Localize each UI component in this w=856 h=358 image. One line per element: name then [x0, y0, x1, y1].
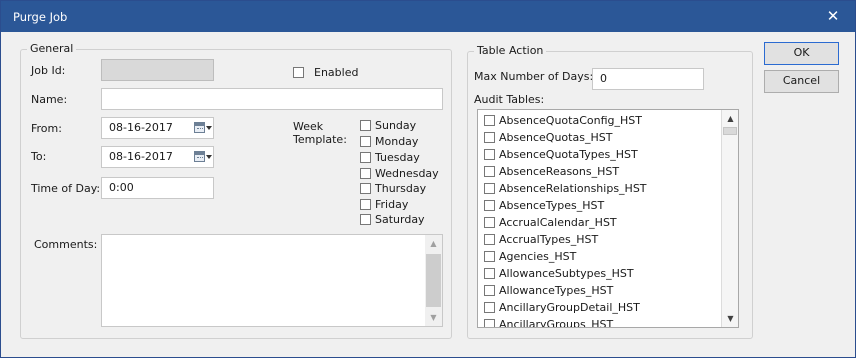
from-calendar-button[interactable] — [191, 118, 213, 138]
checkbox[interactable] — [360, 152, 371, 163]
checkbox[interactable] — [484, 183, 495, 194]
chevron-down-icon — [206, 126, 212, 130]
weekday-label: Sunday — [375, 119, 417, 132]
job-id-label: Job Id: — [31, 64, 66, 77]
comments-textarea[interactable]: ▲ ▼ — [101, 234, 443, 327]
checkbox[interactable] — [360, 120, 371, 131]
audit-table-name: Agencies_HST — [499, 250, 577, 263]
scroll-thumb[interactable] — [426, 254, 441, 307]
window-title: Purge Job — [13, 10, 68, 24]
checkbox[interactable] — [484, 302, 495, 313]
weekday-label: Monday — [375, 135, 419, 148]
checkbox[interactable] — [484, 115, 495, 126]
purge-job-dialog: Purge Job ✕ General Job Id: Enabled Name… — [0, 0, 856, 358]
audit-table-name: AbsenceRelationships_HST — [499, 182, 647, 195]
table-action-legend: Table Action — [474, 44, 547, 57]
audit-table-name: AncillaryGroups_HST — [499, 318, 614, 328]
checkbox[interactable] — [484, 268, 495, 279]
time-of-day-field[interactable]: 0:00 — [101, 177, 214, 199]
title-bar[interactable]: Purge Job ✕ — [1, 1, 855, 32]
checkbox[interactable] — [484, 132, 495, 143]
max-days-field[interactable]: 0 — [592, 68, 704, 90]
checkbox[interactable] — [484, 319, 495, 327]
job-id-field — [101, 59, 214, 81]
weekday-label: Friday — [375, 198, 409, 211]
to-label: To: — [31, 150, 47, 163]
audit-table-name: AbsenceQuotas_HST — [499, 131, 613, 144]
audit-table-name: AncillaryGroupDetail_HST — [499, 301, 640, 314]
weekday-checklist: Sunday Monday Tuesday Wednesday Thursday Frid… — [360, 119, 450, 229]
checkbox[interactable] — [484, 149, 495, 160]
checkbox[interactable] — [484, 200, 495, 211]
enabled-checkbox[interactable] — [293, 67, 304, 78]
checkbox[interactable] — [484, 251, 495, 262]
name-label: Name: — [31, 93, 68, 106]
close-icon[interactable]: ✕ — [811, 1, 855, 32]
weekday-label: Tuesday — [375, 151, 420, 164]
weekday-label: Wednesday — [375, 167, 439, 180]
scroll-thumb[interactable] — [723, 127, 737, 135]
audit-table-name: AllowanceSubtypes_HST — [499, 267, 634, 280]
general-legend: General — [27, 42, 77, 55]
comments-scrollbar[interactable]: ▲ ▼ — [425, 235, 442, 326]
audit-table-name: AccrualTypes_HST — [499, 233, 599, 246]
checkbox[interactable] — [360, 214, 371, 225]
time-of-day-label: Time of Day: — [31, 182, 101, 195]
audit-table-name: AbsenceQuotaConfig_HST — [499, 114, 642, 127]
checkbox[interactable] — [360, 168, 371, 179]
audit-table-name: AccrualCalendar_HST — [499, 216, 617, 229]
checkbox[interactable] — [484, 285, 495, 296]
audit-tables-listbox[interactable]: AbsenceQuotaConfig_HST AbsenceQuotas_HST A… — [477, 109, 739, 328]
scroll-up-icon[interactable]: ▲ — [722, 110, 738, 127]
name-field[interactable] — [101, 88, 443, 110]
calendar-icon — [194, 151, 205, 162]
checkbox[interactable] — [360, 199, 371, 210]
chevron-down-icon — [206, 155, 212, 159]
enabled-label: Enabled — [314, 66, 359, 79]
audit-table-name: AbsenceReasons_HST — [499, 165, 620, 178]
week-template-label-line1: Week — [293, 120, 324, 133]
audit-tables-scrollbar[interactable]: ▲ ▼ — [721, 110, 738, 327]
to-calendar-button[interactable] — [191, 147, 213, 167]
checkbox[interactable] — [484, 166, 495, 177]
scroll-up-icon[interactable]: ▲ — [425, 235, 442, 252]
max-days-label: Max Number of Days: — [474, 70, 594, 83]
weekday-label: Saturday — [375, 213, 425, 226]
ok-button[interactable]: OK — [764, 42, 839, 65]
audit-table-name: AllowanceTypes_HST — [499, 284, 614, 297]
scroll-down-icon[interactable]: ▼ — [722, 310, 738, 327]
weekday-label: Thursday — [375, 182, 427, 195]
audit-tables-label: Audit Tables: — [474, 93, 545, 106]
calendar-icon — [194, 122, 205, 133]
from-label: From: — [31, 122, 62, 135]
audit-table-name: AbsenceTypes_HST — [499, 199, 605, 212]
checkbox[interactable] — [360, 183, 371, 194]
scroll-down-icon[interactable]: ▼ — [425, 309, 442, 326]
checkbox[interactable] — [484, 217, 495, 228]
checkbox[interactable] — [360, 136, 371, 147]
audit-table-name: AbsenceQuotaTypes_HST — [499, 148, 638, 161]
checkbox[interactable] — [484, 234, 495, 245]
week-template-label-line2: Template: — [293, 133, 347, 146]
cancel-button[interactable]: Cancel — [764, 70, 839, 93]
comments-label: Comments: — [34, 238, 98, 251]
